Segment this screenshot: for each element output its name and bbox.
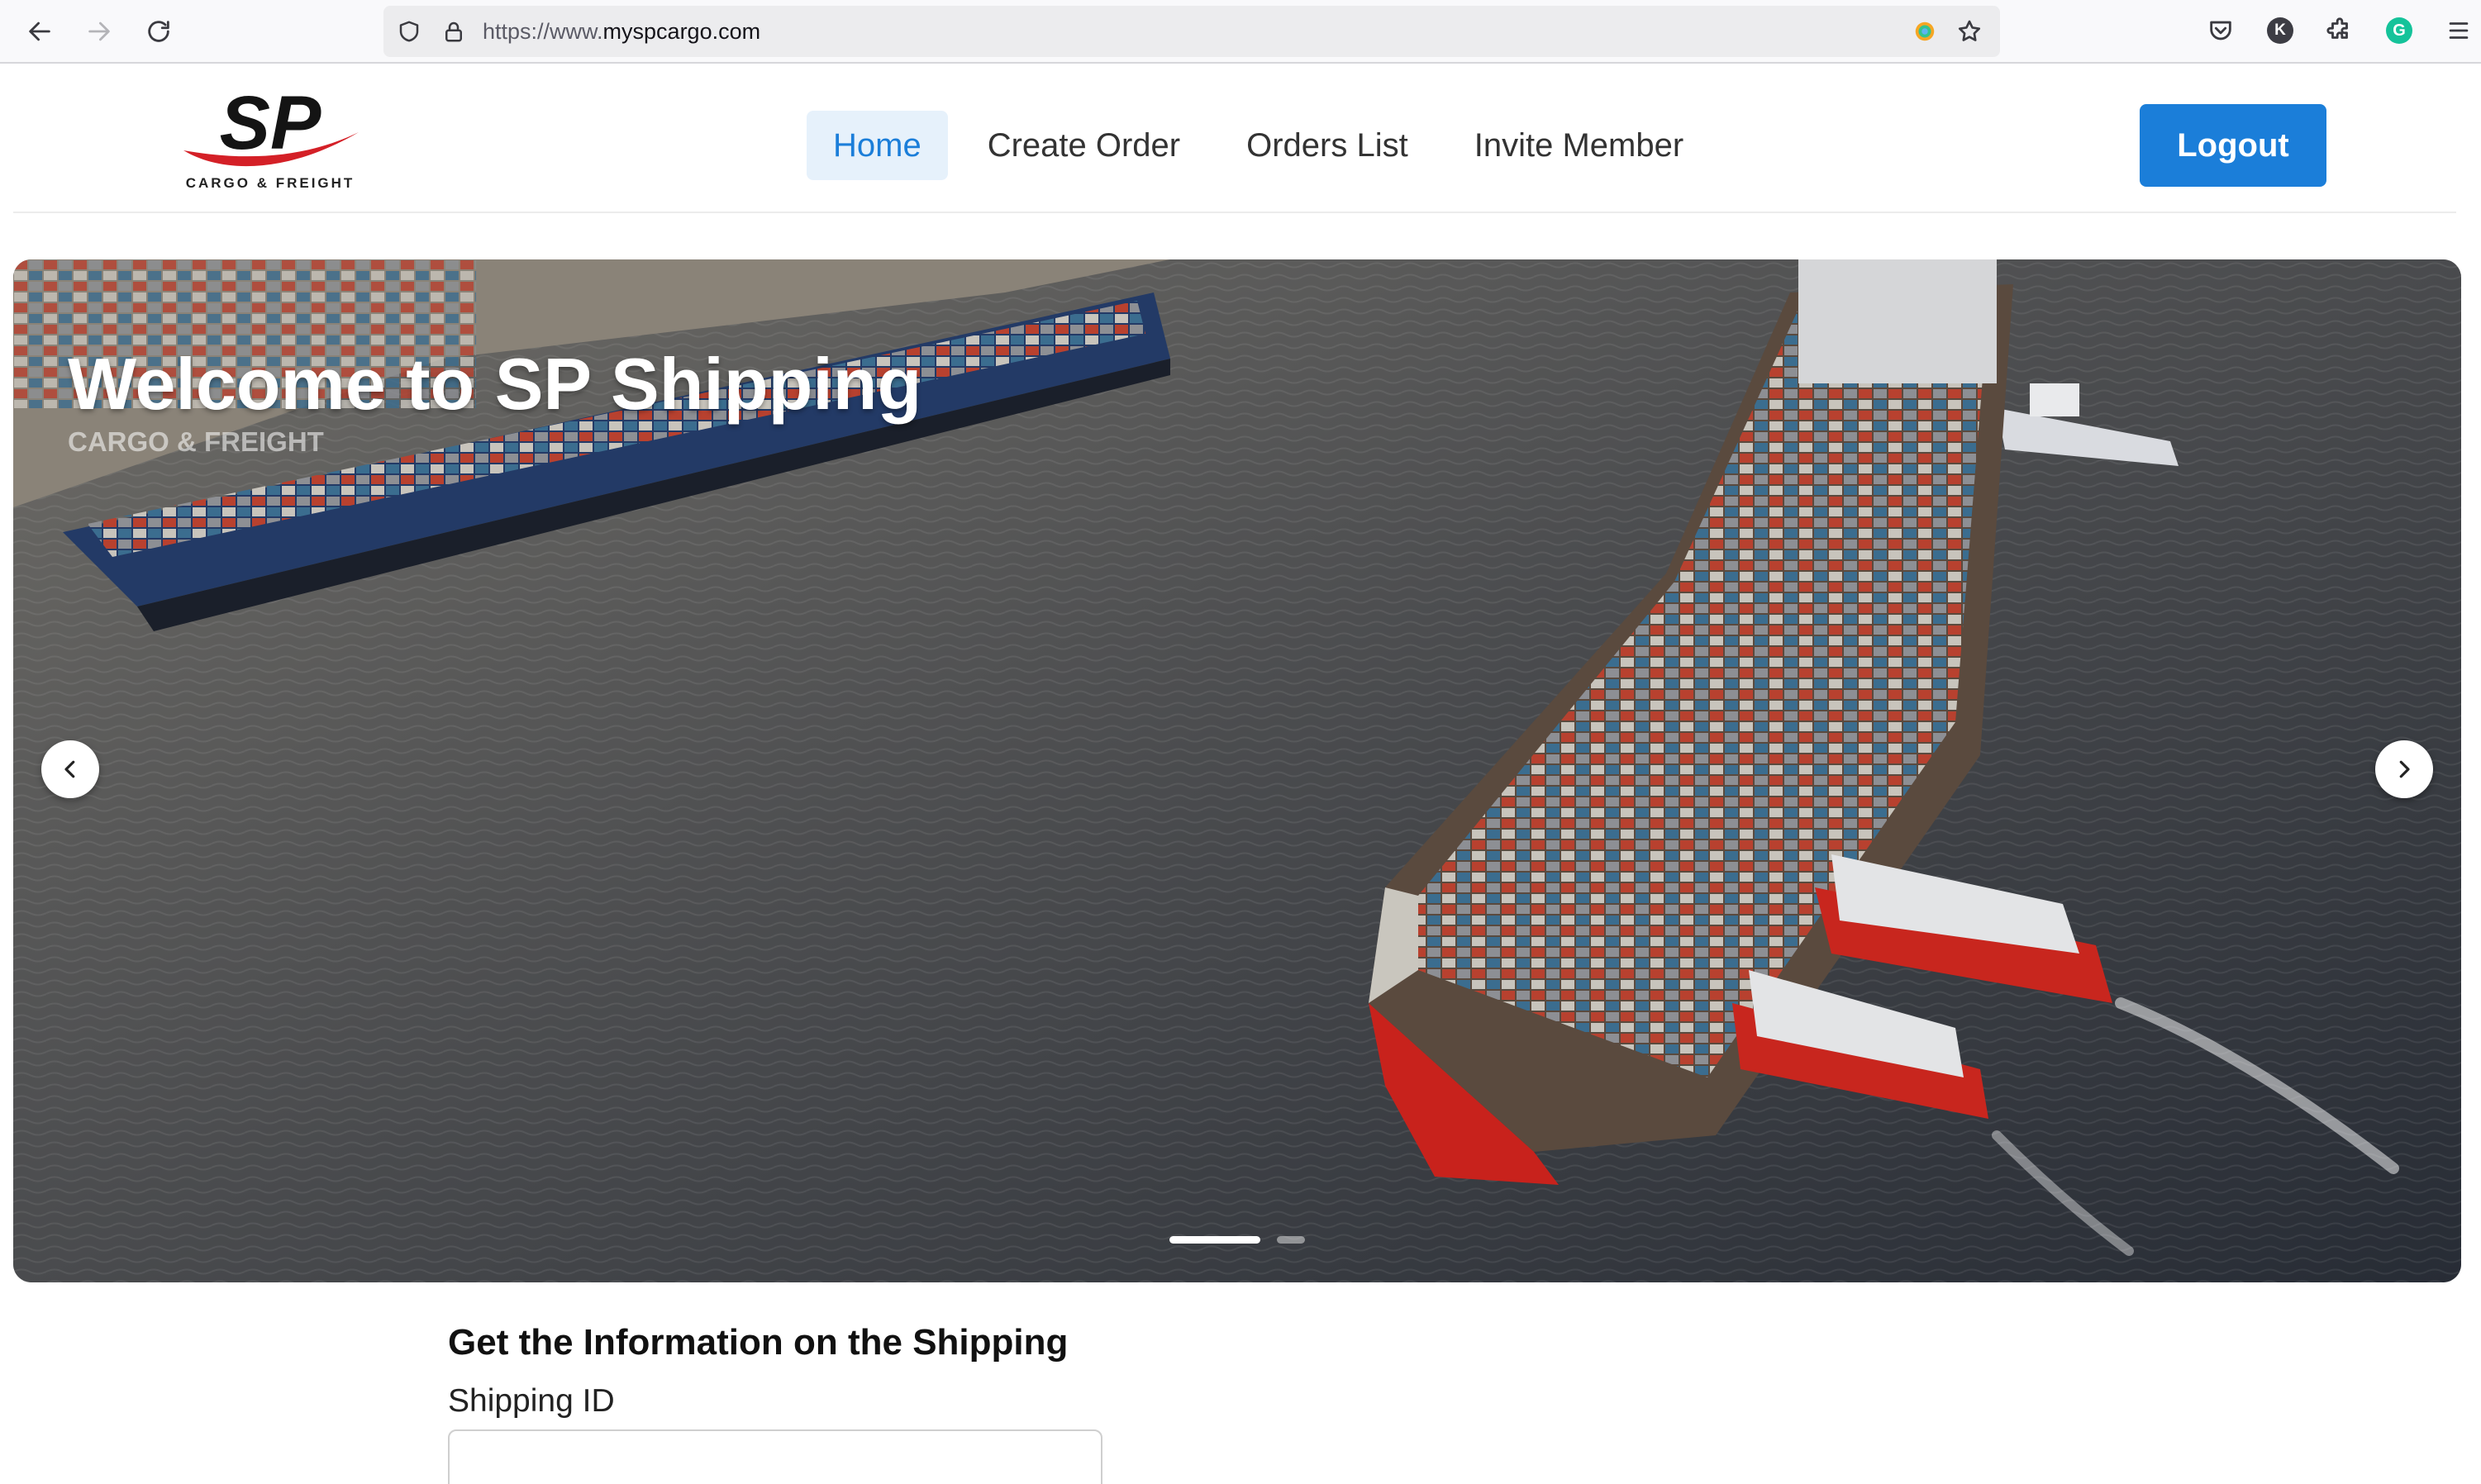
logo-text: CARGO & FREIGHT (185, 175, 355, 191)
shield-icon[interactable] (395, 17, 423, 45)
chevron-right-icon (2399, 760, 2410, 778)
carousel-prev-button[interactable] (41, 740, 99, 798)
sp-logo[interactable]: SP CARGO & FREIGHT (167, 81, 374, 198)
back-icon[interactable] (20, 12, 60, 51)
browser-toolbar: https://www.myspcargo.com K G (0, 0, 2481, 64)
shipping-id-label: Shipping ID (448, 1383, 615, 1419)
reload-icon[interactable] (139, 12, 179, 51)
extensions-puzzle-icon[interactable] (2322, 13, 2357, 48)
menu-hamburger-icon[interactable] (2441, 13, 2476, 48)
chevron-left-icon (64, 760, 75, 778)
hero-subtitle: CARGO & FREIGHT (68, 426, 324, 457)
pocket-icon[interactable] (2203, 13, 2238, 48)
carousel-next-button[interactable] (2375, 740, 2433, 798)
shipping-section-title: Get the Information on the Shipping (448, 1322, 1069, 1363)
nav-invite-member[interactable]: Invite Member (1448, 111, 1710, 180)
nav-create-order[interactable]: Create Order (961, 111, 1207, 180)
nav-home[interactable]: Home (807, 111, 948, 180)
hero-carousel: Welcome to SP Shipping CARGO & FREIGHT (13, 259, 2461, 1282)
extension-color-icon[interactable] (1911, 17, 1939, 45)
carousel-indicators (1169, 1236, 1321, 1244)
carousel-dot-1[interactable] (1169, 1236, 1260, 1244)
profile-avatar[interactable]: K (2263, 13, 2298, 48)
address-bar[interactable]: https://www.myspcargo.com (383, 6, 2000, 57)
grammarly-icon[interactable]: G (2382, 13, 2417, 48)
url-text[interactable]: https://www.myspcargo.com (483, 6, 760, 57)
lock-icon[interactable] (440, 17, 468, 45)
forward-icon[interactable] (79, 12, 119, 51)
logout-button[interactable]: Logout (2140, 104, 2326, 187)
bookmark-star-icon[interactable] (1955, 17, 1983, 45)
main-nav: Home Create Order Orders List Invite Mem… (807, 111, 1723, 180)
nav-orders-list[interactable]: Orders List (1220, 111, 1435, 180)
shipping-id-input[interactable] (448, 1429, 1102, 1484)
site-header: SP CARGO & FREIGHT Home Create Order Ord… (13, 64, 2456, 213)
hero-title: Welcome to SP Shipping (68, 343, 922, 425)
sp-logo-mark-icon: SP (183, 81, 359, 167)
carousel-dot-2[interactable] (1277, 1236, 1305, 1244)
